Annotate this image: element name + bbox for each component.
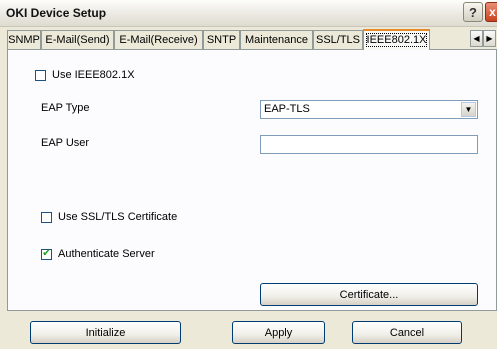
tab-label: E-Mail(Receive) <box>119 34 198 46</box>
tab-ieee8021x[interactable]: IEEE802.1X <box>363 29 430 50</box>
authenticate-server-checkbox[interactable]: ✔ <box>41 248 52 260</box>
tab-label: SSL/TLS <box>315 34 361 46</box>
chevron-down-icon: ▼ <box>464 105 473 114</box>
initialize-button[interactable]: Initialize <box>30 321 181 344</box>
eap-type-value: EAP-TLS <box>264 103 310 115</box>
title-bar[interactable]: OKI Device Setup ? x <box>0 0 497 27</box>
use-ieee8021x-option[interactable]: Use IEEE802.1X <box>35 69 135 81</box>
use-ssl-tls-certificate-checkbox[interactable] <box>41 211 52 223</box>
certificate-button[interactable]: Certificate... <box>260 283 478 306</box>
close-icon: x <box>489 5 496 19</box>
tab-label: SNTP <box>206 34 237 46</box>
eap-user-input[interactable] <box>260 135 478 154</box>
ieee8021x-panel: Use IEEE802.1X EAP Type EAP-TLS ▼ EAP Us… <box>7 49 497 311</box>
tab-label: SNMP <box>8 34 40 46</box>
chevron-left-icon: ◀ <box>473 34 480 43</box>
tab-ssl-tls[interactable]: SSL/TLS <box>313 30 363 49</box>
eap-type-select[interactable]: EAP-TLS ▼ <box>260 100 478 119</box>
tab-label: E-Mail(Send) <box>45 34 110 46</box>
tab-label: IEEE802.1X <box>365 33 428 47</box>
authenticate-server-option[interactable]: ✔ Authenticate Server <box>41 248 155 260</box>
help-button[interactable]: ? <box>463 2 483 22</box>
tab-email-receive[interactable]: E-Mail(Receive) <box>114 30 203 49</box>
chevron-right-icon: ▶ <box>486 34 493 43</box>
device-setup-window: OKI Device Setup ? x SNMP E-Mail(Send) E… <box>0 0 497 349</box>
use-ieee8021x-checkbox[interactable] <box>35 69 46 81</box>
use-ieee8021x-label: Use IEEE802.1X <box>52 69 135 81</box>
use-ssl-tls-certificate-label: Use SSL/TLS Certificate <box>58 211 178 223</box>
eap-type-dropdown-button[interactable]: ▼ <box>461 102 476 117</box>
close-button[interactable]: x <box>485 2 497 22</box>
tab-scroll-left-button[interactable]: ◀ <box>470 30 483 47</box>
help-icon: ? <box>469 4 477 20</box>
tab-label: Maintenance <box>245 34 308 46</box>
window-title: OKI Device Setup <box>6 6 107 20</box>
tab-email-send[interactable]: E-Mail(Send) <box>41 30 114 49</box>
eap-type-label: EAP Type <box>41 102 90 114</box>
authenticate-server-label: Authenticate Server <box>58 248 155 260</box>
use-ssl-tls-certificate-option[interactable]: Use SSL/TLS Certificate <box>41 211 177 223</box>
tab-scroll-buttons: ◀ ▶ <box>470 30 497 47</box>
tab-snmp[interactable]: SNMP <box>7 30 41 49</box>
eap-user-label: EAP User <box>41 137 90 149</box>
tab-scroll-right-button[interactable]: ▶ <box>483 30 496 47</box>
apply-button[interactable]: Apply <box>232 321 325 344</box>
tab-sntp[interactable]: SNTP <box>203 30 240 49</box>
tab-maintenance[interactable]: Maintenance <box>240 30 313 49</box>
tab-strip: SNMP E-Mail(Send) E-Mail(Receive) SNTP M… <box>7 29 497 50</box>
cancel-button[interactable]: Cancel <box>352 321 462 344</box>
